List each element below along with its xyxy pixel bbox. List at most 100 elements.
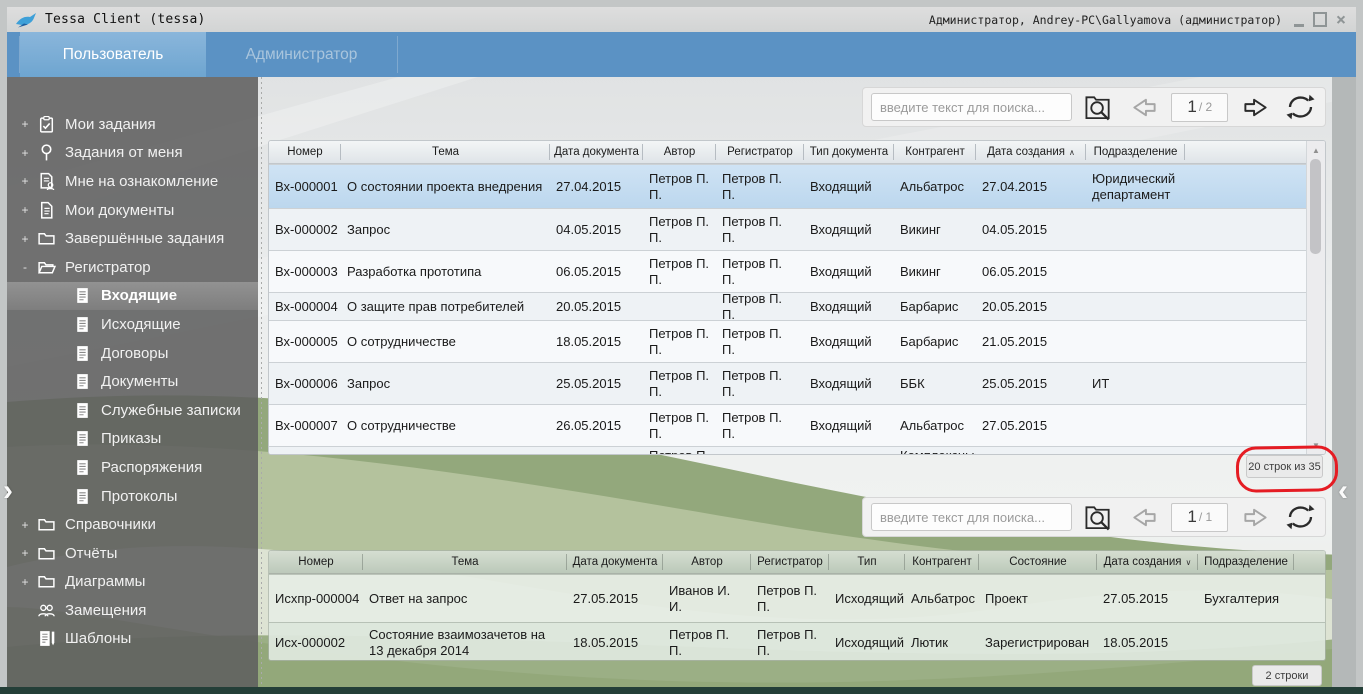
sidebar-item-label: Завершённые задания (65, 230, 224, 247)
tree-expander-icon[interactable]: - (19, 260, 31, 274)
refresh-button[interactable] (1284, 502, 1317, 532)
expand-left-panel-chevron-icon[interactable]: › (3, 476, 13, 506)
search-in-view-button[interactable] (1083, 502, 1116, 532)
sidebar-item[interactable]: -Регистратор (7, 253, 258, 282)
next-page-button[interactable] (1239, 502, 1272, 532)
tree-expander-icon[interactable]: + (19, 518, 31, 532)
column-header[interactable]: Тема (363, 551, 567, 573)
table-cell-filler (1294, 623, 1326, 661)
column-header[interactable]: Регистратор (751, 551, 829, 573)
search-input[interactable] (871, 503, 1072, 531)
column-header[interactable]: Регистратор (716, 141, 804, 163)
column-header[interactable]: Тип (829, 551, 905, 573)
sidebar-item[interactable]: Документы (7, 367, 258, 396)
table-row[interactable]: Вх-000005О сотрудничестве18.05.2015Петро… (269, 320, 1309, 362)
sidebar-item[interactable]: + Завершённые задания (7, 224, 258, 253)
sidebar-item[interactable]: Служебные записки (7, 396, 258, 425)
table-cell: Зарегистрирован (979, 623, 1097, 661)
document-icon (37, 201, 56, 220)
column-header[interactable]: Подразделение (1198, 551, 1294, 573)
table-cell: Состояние взаимозачетов на 13 декабря 20… (363, 623, 567, 661)
column-header[interactable]: Тема (341, 141, 550, 163)
column-header[interactable]: Номер (269, 551, 363, 573)
column-header[interactable]: Дата создания∨ (1097, 551, 1198, 573)
tree-expander-icon[interactable]: + (19, 575, 31, 589)
page-indicator[interactable]: 1 / 1 (1171, 503, 1228, 532)
sidebar-item[interactable]: +Мои задания (7, 110, 258, 139)
scroll-up-icon[interactable]: ▲ (1307, 142, 1325, 158)
column-header[interactable]: Дата документа (567, 551, 663, 573)
page-indicator[interactable]: 1 / 2 (1171, 93, 1228, 122)
tree-expander-icon[interactable]: + (19, 203, 31, 217)
tree-expander-icon[interactable]: + (19, 117, 31, 131)
table-cell: Входящий (804, 251, 894, 292)
table-cell: Альбатрос (905, 575, 979, 622)
close-button[interactable]: × (1334, 13, 1348, 27)
sidebar-item[interactable]: Исходящие (7, 310, 258, 339)
collapse-right-panel-chevron-icon[interactable]: ‹ (1338, 476, 1348, 506)
sidebar-item[interactable]: Замещения (7, 596, 258, 625)
column-header[interactable]: Номер (269, 141, 341, 163)
vertical-scrollbar[interactable]: ▲ ▼ (1306, 141, 1325, 454)
sidebar-item[interactable]: Распоряжения (7, 453, 258, 482)
column-header[interactable]: Тип документа (804, 141, 894, 163)
table-row[interactable]: Вх-000001О состоянии проекта внедрения27… (269, 164, 1309, 208)
table-row[interactable]: Вх-000003Разработка прототипа06.05.2015П… (269, 250, 1309, 292)
search-in-view-button[interactable] (1083, 92, 1116, 122)
total-pages: / 2 (1199, 100, 1212, 114)
prev-page-button[interactable] (1127, 502, 1160, 532)
column-header[interactable]: Контрагент (905, 551, 979, 573)
column-header[interactable]: Подразделение (1086, 141, 1185, 163)
sidebar-item-label: Входящие (101, 287, 177, 304)
tab-user[interactable]: Пользователь (20, 32, 206, 77)
table-cell (1086, 251, 1185, 292)
refresh-button[interactable] (1284, 92, 1317, 122)
column-header[interactable]: Автор (663, 551, 751, 573)
column-header[interactable]: Состояние (979, 551, 1097, 573)
table-cell: 04.05.2015 (976, 209, 1086, 250)
sidebar-item[interactable]: +Мне на ознакомление (7, 167, 258, 196)
outgoing-table-grid: НомерТемаДата документаАвторРегистраторТ… (269, 551, 1326, 660)
sidebar-item[interactable]: Договоры (7, 339, 258, 368)
search-input[interactable] (871, 93, 1072, 121)
scrollbar-thumb[interactable] (1310, 159, 1321, 254)
table-cell (1086, 321, 1185, 362)
prev-page-button[interactable] (1127, 92, 1160, 122)
table-row[interactable]: Вх-000002Запрос04.05.2015Петров П. П.Пет… (269, 208, 1309, 250)
sidebar-item[interactable]: Приказы (7, 425, 258, 454)
tree-expander-icon[interactable]: + (19, 146, 31, 160)
table-row[interactable]: Вх-000006Запрос25.05.2015Петров П. П.Пет… (269, 362, 1309, 404)
scroll-down-icon[interactable]: ▼ (1307, 437, 1325, 453)
sidebar-item[interactable]: +Диаграммы (7, 568, 258, 597)
maximize-button[interactable] (1313, 13, 1327, 27)
sidebar-item[interactable]: +Мои документы (7, 196, 258, 225)
sidebar-splitter[interactable] (258, 77, 265, 687)
column-header[interactable]: Дата документа (550, 141, 643, 163)
table-cell: Петров П. П. (716, 251, 804, 292)
sidebar-item[interactable]: +Отчёты (7, 539, 258, 568)
minimize-button[interactable] (1292, 13, 1306, 27)
column-header[interactable]: Автор (643, 141, 716, 163)
column-header[interactable]: Дата создания∧ (976, 141, 1086, 163)
sidebar-item[interactable]: +Справочники (7, 510, 258, 539)
table-row[interactable]: Вх-000004О защите прав потребителей20.05… (269, 292, 1309, 320)
sidebar-item[interactable]: Протоколы (7, 482, 258, 511)
next-page-button[interactable] (1239, 92, 1272, 122)
table-row[interactable]: Исх-000002Состояние взаимозачетов на 13 … (269, 622, 1326, 661)
table-row[interactable]: Исхпр-000004Ответ на запрос27.05.2015Ива… (269, 574, 1326, 622)
sidebar-item[interactable]: Входящие (7, 282, 258, 311)
table-cell: Входящий (804, 321, 894, 362)
column-header[interactable]: Контрагент (894, 141, 976, 163)
table-cell: Вх-000007 (269, 405, 341, 446)
outgoing-pagination-toolbar: 1 / 1 (862, 497, 1326, 537)
tree-expander-icon[interactable]: + (19, 232, 31, 246)
sidebar-item-label: Договоры (101, 345, 168, 362)
tab-administrator[interactable]: Администратор (206, 32, 397, 77)
sidebar-item[interactable]: Шаблоны (7, 625, 258, 654)
table-row[interactable]: Вх-000007О сотрудничестве26.05.2015Петро… (269, 404, 1309, 446)
table-cell: Петров П. П. (643, 209, 716, 250)
sidebar-item[interactable]: +Задания от меня (7, 139, 258, 168)
tree-expander-icon[interactable]: + (19, 174, 31, 188)
tree-expander-icon[interactable]: + (19, 546, 31, 560)
table-row[interactable]: Петров П.Комплексные (269, 446, 1309, 455)
